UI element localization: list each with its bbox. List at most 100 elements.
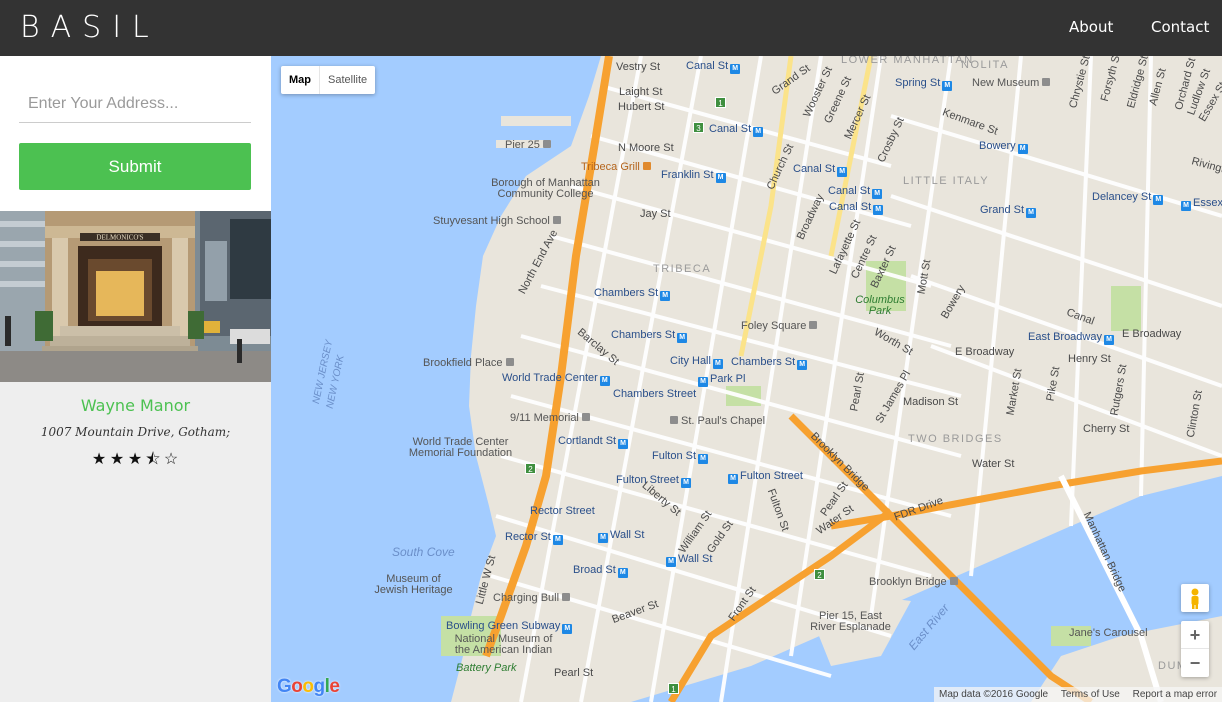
school-icon <box>552 216 561 224</box>
subway-icon: M <box>698 454 709 464</box>
place-address: 1007 Mountain Drive, Gotham; <box>40 425 231 439</box>
map-type-satellite[interactable]: Satellite <box>320 66 375 94</box>
map-label-street: Water St <box>972 458 1015 470</box>
pegman-icon <box>1191 588 1199 609</box>
map-label-water: South Cove <box>392 545 455 559</box>
subway-icon: M <box>677 333 688 343</box>
star-full-icon: ★ <box>127 451 144 468</box>
route-shield: 2 <box>525 463 536 474</box>
subway-icon: M <box>753 127 764 137</box>
subway-icon: M <box>1017 144 1028 154</box>
map-label-station: Chambers St M <box>731 356 809 370</box>
landmark-icon <box>809 321 818 329</box>
report-error-link[interactable]: Report a map error <box>1128 689 1222 700</box>
subway-icon: M <box>1181 201 1191 211</box>
map-label-station: Broad St M <box>573 564 630 578</box>
map-label-place: New Museum <box>972 77 1053 89</box>
map-view[interactable]: Map Satellite LOWER MANHATTAN NOLITA LIT… <box>271 56 1222 702</box>
map-label-station: Bowery M <box>979 140 1030 154</box>
map-label-place: Borough of Manhattan Community College <box>491 177 600 200</box>
star-half-icon: ⯪ <box>145 451 162 468</box>
map-label-street: Hubert St <box>618 101 665 113</box>
map-label-street: Jay St <box>640 208 671 220</box>
restaurant-icon <box>642 162 651 170</box>
pier-icon <box>542 140 551 148</box>
submit-button[interactable]: Submit <box>19 143 251 190</box>
map-label-station: Chambers Street <box>613 388 697 400</box>
sidebar: Submit DELMONICO'S <box>0 56 271 702</box>
map-type-map[interactable]: Map <box>281 66 320 94</box>
route-shield: 1 <box>668 683 679 694</box>
map-label-place: 9/11 Memorial <box>510 412 593 424</box>
map-label-district: LOWER MANHATTAN <box>841 56 974 66</box>
map-label-station: Canal St M <box>829 201 885 215</box>
map-label-station: M Essex <box>1179 197 1222 211</box>
subway-icon: M <box>837 167 848 177</box>
map-attribution-bar: Map data ©2016 Google Terms of Use Repor… <box>934 687 1222 702</box>
nav-link-about[interactable]: About <box>1069 17 1113 37</box>
subway-icon: M <box>872 189 883 199</box>
terms-link[interactable]: Terms of Use <box>1056 689 1125 700</box>
map-label-street: Madison St <box>903 396 959 408</box>
map-label-station: Canal St M <box>793 163 849 177</box>
google-logo-letter: o <box>302 676 314 697</box>
route-shield: 3 <box>693 122 704 133</box>
map-label-station: Grand St M <box>980 204 1038 218</box>
subway-icon: M <box>730 64 741 74</box>
map-label-station: Canal St M <box>709 123 765 137</box>
zoom-out-button[interactable]: − <box>1181 649 1209 677</box>
google-logo[interactable]: Google <box>277 676 340 698</box>
map-label-place: World Trade Center Memorial Foundation <box>408 436 513 459</box>
map-label-station: M Wall St <box>664 553 712 567</box>
subway-icon: M <box>552 535 563 545</box>
address-input[interactable] <box>19 86 251 123</box>
google-logo-letter: g <box>313 676 326 697</box>
map-label-street: Vestry St <box>616 61 661 73</box>
place-name[interactable]: Wayne Manor <box>0 396 271 415</box>
map-label-district: NOLITA <box>961 59 1009 71</box>
nav-link-contact[interactable]: Contact <box>1151 17 1209 37</box>
star-full-icon: ★ <box>91 451 108 468</box>
map-label-street: Cherry St <box>1083 423 1130 435</box>
map-label-station: World Trade Center M <box>502 372 612 386</box>
address-form: Submit <box>0 56 271 211</box>
map-label-place: Pier 15, East River Esplanade <box>810 610 891 633</box>
map-label-station: Canal St M <box>828 185 884 199</box>
map-label-station: Canal St M <box>686 60 742 74</box>
google-logo-letter: e <box>329 676 340 697</box>
map-label-street: E Broadway <box>1122 328 1182 340</box>
museum-icon <box>1042 78 1051 86</box>
map-label-place: Brookfield Place <box>423 357 517 369</box>
zoom-control: + − <box>1181 621 1209 677</box>
map-label-district: TRIBECA <box>653 263 712 275</box>
star-empty-icon: ☆ <box>163 451 180 468</box>
route-shield: 1 <box>715 97 726 108</box>
map-label-district: LITTLE ITALY <box>903 175 990 187</box>
map-label-place: Stuyvesant High School <box>433 215 564 227</box>
map-label-station: M Wall St <box>596 529 644 543</box>
landmark-icon <box>949 577 958 585</box>
subway-icon: M <box>1153 195 1164 205</box>
map-label-street: Laight St <box>619 86 663 98</box>
google-logo-letter: G <box>277 676 292 697</box>
map-label-place: Museum of Jewish Heritage <box>374 573 453 596</box>
zoom-in-button[interactable]: + <box>1181 621 1209 649</box>
map-label-station: Rector St M <box>505 531 565 545</box>
subway-icon: M <box>562 624 573 634</box>
storefront-image: DELMONICO'S <box>0 211 271 382</box>
map-label-place: Pier 25 <box>505 139 554 151</box>
map-label-street: N Moore St <box>618 142 674 154</box>
map-label-street: E Broadway <box>955 346 1015 358</box>
subway-icon: M <box>617 568 628 578</box>
place-photo: DELMONICO'S <box>0 211 271 382</box>
map-data-attribution: Map data ©2016 Google <box>939 689 1049 700</box>
brand-logo[interactable]: BASIL <box>20 10 160 46</box>
map-label-station: Fulton St M <box>652 450 710 464</box>
subway-icon: M <box>873 205 884 215</box>
street-view-pegman[interactable] <box>1181 584 1209 612</box>
subway-icon: M <box>698 377 708 387</box>
subway-icon: M <box>1103 335 1114 345</box>
subway-icon: M <box>1026 208 1037 218</box>
map-label-station: City Hall M <box>670 355 725 369</box>
map-label-station: Chambers St M <box>611 329 689 343</box>
